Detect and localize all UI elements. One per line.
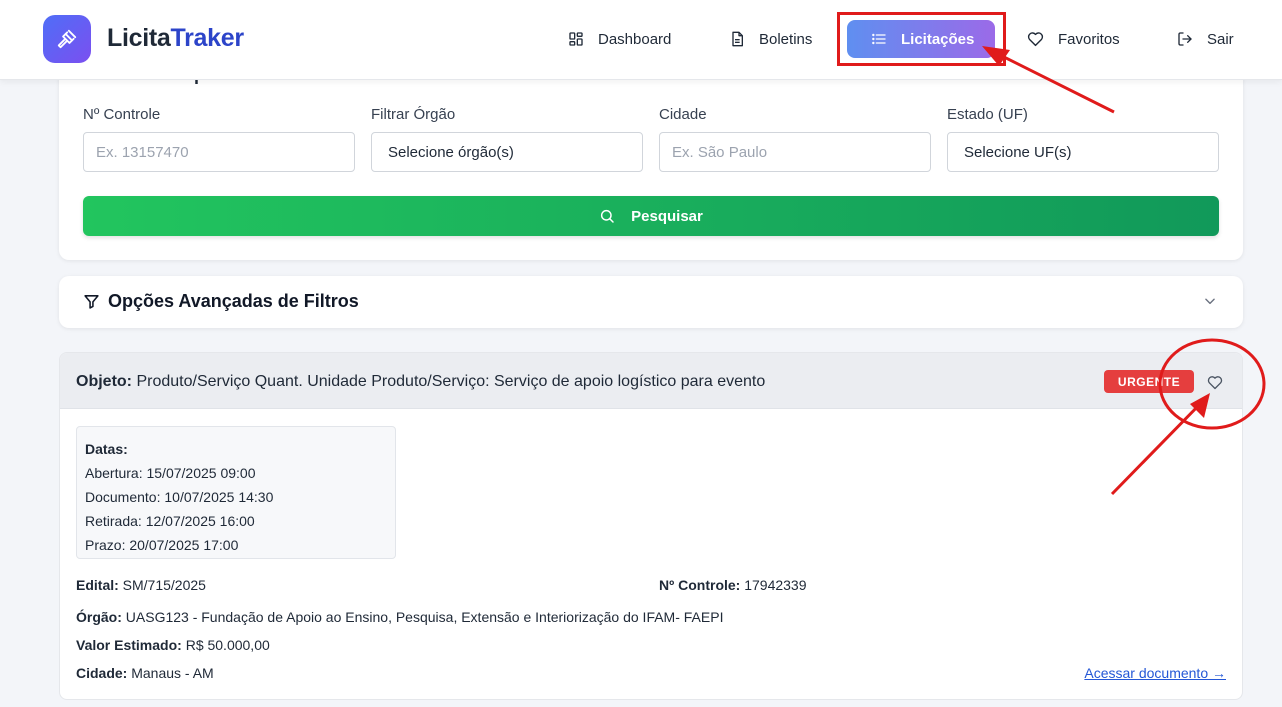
- nav-favoritos[interactable]: Favoritos: [1027, 20, 1120, 58]
- filter-icon: [84, 295, 99, 309]
- brand-part-2: Traker: [170, 24, 245, 52]
- date-value: 12/07/2025 16:00: [145, 513, 255, 529]
- card-objeto: Objeto: Produto/Serviço Quant. Unidade P…: [76, 373, 765, 391]
- date-row: Retirada: 12/07/2025 16:00: [85, 509, 387, 533]
- date-row: Abertura: 15/07/2025 09:00: [85, 461, 387, 485]
- date-value: 20/07/2025 17:00: [129, 537, 239, 553]
- valor-label: Valor Estimado:: [76, 637, 182, 653]
- status-badge: URGENTE: [1104, 370, 1194, 393]
- edital-info: Edital: SM/715/2025: [76, 577, 206, 593]
- controle-info-value: 17942339: [744, 577, 807, 593]
- chevron-down-icon: [1205, 298, 1215, 305]
- orgao-info: Órgão: UASG123 - Fundação de Apoio ao En…: [76, 609, 723, 625]
- edital-label: Edital:: [76, 577, 119, 593]
- date-label: Prazo:: [85, 537, 126, 553]
- search-button-label: Pesquisar: [631, 207, 703, 225]
- valor-info: Valor Estimado: R$ 50.000,00: [76, 637, 270, 653]
- card-header: Objeto: Produto/Serviço Quant. Unidade P…: [60, 353, 1242, 409]
- document-icon: [732, 31, 743, 47]
- dates-title: Datas:: [85, 441, 128, 457]
- date-label: Abertura:: [85, 465, 143, 481]
- controle-info-label: Nº Controle:: [659, 577, 741, 593]
- nav-licitacoes[interactable]: Licitações: [847, 20, 995, 58]
- gavel-icon: [57, 29, 77, 49]
- cidade-label: Cidade: [659, 106, 707, 123]
- heart-icon: [1027, 32, 1044, 47]
- search-icon: [601, 209, 614, 223]
- logo[interactable]: [43, 15, 91, 63]
- date-value: 10/07/2025 14:30: [164, 489, 274, 505]
- orgao-select[interactable]: Selecione órgão(s): [371, 132, 643, 172]
- logout-icon: [1178, 32, 1192, 46]
- date-label: Documento:: [85, 489, 161, 505]
- top-navbar: LicitaTraker Dashboard Boletins Licitaçõ…: [0, 0, 1282, 80]
- advanced-filters-title: Opções Avançadas de Filtros: [108, 291, 359, 311]
- estado-label: Estado (UF): [947, 106, 1028, 123]
- controle-info: Nº Controle: 17942339: [659, 577, 807, 593]
- favorite-button[interactable]: [1203, 371, 1227, 393]
- orgao-info-label: Órgão:: [76, 609, 122, 625]
- estado-select-value: Selecione UF(s): [964, 143, 1072, 161]
- dashboard-grid-icon: [569, 32, 583, 46]
- nav-licitacoes-label: Licitações: [901, 30, 975, 48]
- dates-box: Datas: Abertura: 15/07/2025 09:00 Docume…: [76, 426, 396, 559]
- valor-value: R$ 50.000,00: [185, 637, 270, 653]
- nav-sair-label: Sair: [1207, 30, 1234, 48]
- date-value: 15/07/2025 09:00: [146, 465, 256, 481]
- brand-name: LicitaTraker: [107, 24, 244, 53]
- estado-select[interactable]: Selecione UF(s): [947, 132, 1219, 172]
- orgao-select-value: Selecione órgão(s): [388, 143, 514, 161]
- advanced-filters-toggle[interactable]: Opções Avançadas de Filtros: [59, 276, 1243, 328]
- nav-favoritos-label: Favoritos: [1058, 30, 1120, 48]
- licitacao-card: Objeto: Produto/Serviço Quant. Unidade P…: [59, 352, 1243, 700]
- advanced-filters-header: Opções Avançadas de Filtros: [83, 291, 359, 312]
- list-icon: [872, 33, 886, 45]
- cidade-info-value: Manaus - AM: [131, 665, 214, 681]
- date-row: Prazo: 20/07/2025 17:00: [85, 533, 387, 557]
- orgao-label: Filtrar Órgão: [371, 106, 456, 123]
- cidade-input[interactable]: [659, 132, 931, 172]
- edital-value: SM/715/2025: [122, 577, 206, 593]
- nav-sair[interactable]: Sair: [1177, 20, 1234, 58]
- search-button[interactable]: Pesquisar: [83, 196, 1219, 236]
- access-document-link[interactable]: Acessar documento →: [1084, 665, 1226, 681]
- orgao-info-value: UASG123 - Fundação de Apoio ao Ensino, P…: [125, 609, 724, 625]
- date-label: Retirada:: [85, 513, 142, 529]
- brand-part-1: Licita: [107, 24, 171, 52]
- controle-label: Nº Controle: [83, 106, 161, 123]
- date-row: Documento: 10/07/2025 14:30: [85, 485, 387, 509]
- controle-input[interactable]: [83, 132, 355, 172]
- objeto-label: Objeto:: [76, 373, 132, 390]
- objeto-value: Produto/Serviço Quant. Unidade Produto/S…: [136, 373, 766, 390]
- cidade-info: Cidade: Manaus - AM: [76, 665, 214, 681]
- cidade-info-label: Cidade:: [76, 665, 128, 681]
- nav-boletins-label: Boletins: [759, 30, 813, 48]
- nav-dashboard[interactable]: Dashboard: [568, 20, 671, 58]
- heart-icon: [1207, 375, 1223, 389]
- nav-boletins[interactable]: Boletins: [729, 20, 812, 58]
- nav-dashboard-label: Dashboard: [598, 30, 672, 48]
